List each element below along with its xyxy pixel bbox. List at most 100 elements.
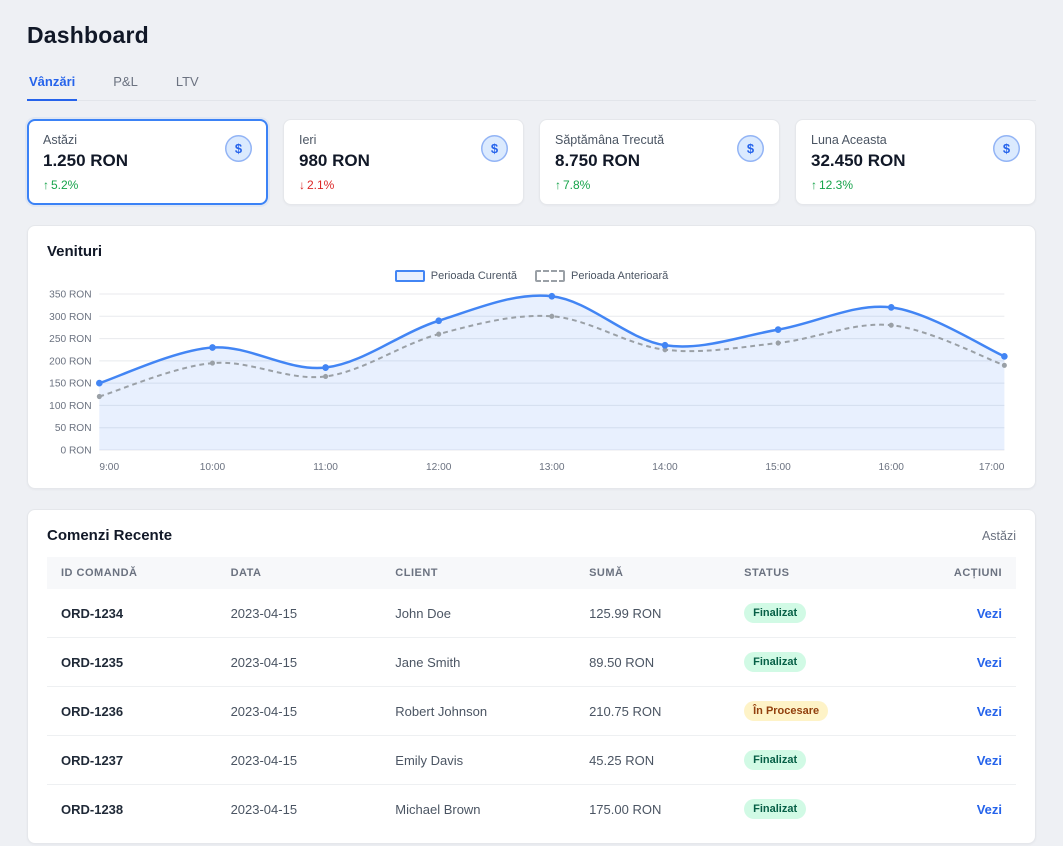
revenue-line-chart: 0 RON50 RON100 RON150 RON200 RON250 RON3… — [47, 284, 1016, 476]
stat-change: ↑12.3% — [811, 178, 906, 192]
svg-text:50 RON: 50 RON — [55, 423, 92, 434]
stat-change: ↑7.8% — [555, 178, 664, 192]
stat-change: ↓2.1% — [299, 178, 370, 192]
svg-text:12:00: 12:00 — [426, 462, 452, 473]
svg-text:15:00: 15:00 — [765, 462, 791, 473]
stat-card-saptamana-trecuta[interactable]: Săptămâna Trecută 8.750 RON ↑7.8% $ — [539, 119, 780, 205]
status-badge: Finalizat — [744, 652, 806, 672]
currency-icon: $ — [993, 135, 1020, 162]
trend-arrow-icon: ↑ — [811, 178, 817, 192]
view-order-link[interactable]: Vezi — [977, 704, 1002, 719]
order-id: ORD-1235 — [47, 638, 217, 687]
svg-text:0 RON: 0 RON — [60, 445, 91, 456]
orders-filter-label: Astăzi — [982, 529, 1016, 543]
tab-ltv[interactable]: LTV — [174, 65, 201, 101]
col-header-date: DATA — [217, 557, 382, 589]
stat-label: Ieri — [299, 133, 370, 147]
orders-header: Comenzi Recente Astăzi — [47, 527, 1016, 544]
status-badge: Finalizat — [744, 799, 806, 819]
stat-label: Săptămâna Trecută — [555, 133, 664, 147]
page-title: Dashboard — [27, 22, 1036, 49]
table-row: ORD-1236 2023-04-15 Robert Johnson 210.7… — [47, 687, 1016, 736]
table-row: ORD-1235 2023-04-15 Jane Smith 89.50 RON… — [47, 638, 1016, 687]
svg-text:300 RON: 300 RON — [49, 312, 91, 323]
order-actions-cell: Vezi — [895, 736, 1016, 785]
order-client: Robert Johnson — [381, 687, 575, 736]
view-order-link[interactable]: Vezi — [977, 802, 1002, 817]
order-id: ORD-1238 — [47, 785, 217, 834]
stat-change-value: 5.2% — [51, 178, 78, 192]
trend-arrow-icon: ↑ — [43, 178, 49, 192]
stat-value: 32.450 RON — [811, 151, 906, 171]
order-id: ORD-1236 — [47, 687, 217, 736]
order-status-cell: Finalizat — [730, 736, 895, 785]
table-row: ORD-1237 2023-04-15 Emily Davis 45.25 RO… — [47, 736, 1016, 785]
order-amount: 89.50 RON — [575, 638, 730, 687]
svg-text:11:00: 11:00 — [313, 462, 338, 473]
order-client: Emily Davis — [381, 736, 575, 785]
svg-text:100 RON: 100 RON — [49, 401, 91, 412]
order-amount: 210.75 RON — [575, 687, 730, 736]
stat-value: 980 RON — [299, 151, 370, 171]
stat-card-ieri[interactable]: Ieri 980 RON ↓2.1% $ — [283, 119, 524, 205]
currency-icon: $ — [225, 135, 252, 162]
legend-swatch-dashed — [535, 270, 565, 282]
stat-change-value: 7.8% — [563, 178, 590, 192]
order-actions-cell: Vezi — [895, 785, 1016, 834]
stat-card-luna-aceasta[interactable]: Luna Aceasta 32.450 RON ↑12.3% $ — [795, 119, 1036, 205]
currency-icon: $ — [481, 135, 508, 162]
stat-change-value: 12.3% — [819, 178, 853, 192]
revenue-chart-card: Venituri Perioada Curentă Perioada Anter… — [27, 225, 1036, 489]
stat-label: Luna Aceasta — [811, 133, 906, 147]
table-row: ORD-1238 2023-04-15 Michael Brown 175.00… — [47, 785, 1016, 834]
stat-change: ↑5.2% — [43, 178, 128, 192]
tab-vanzari[interactable]: Vânzări — [27, 65, 77, 101]
status-badge: În Procesare — [744, 701, 828, 721]
stat-card-body: Luna Aceasta 32.450 RON ↑12.3% — [811, 133, 906, 192]
view-order-link[interactable]: Vezi — [977, 655, 1002, 670]
order-actions-cell: Vezi — [895, 589, 1016, 638]
stat-card-astazi[interactable]: Astăzi 1.250 RON ↑5.2% $ — [27, 119, 268, 205]
legend-item-current-period[interactable]: Perioada Curentă — [395, 270, 517, 282]
stat-label: Astăzi — [43, 133, 128, 147]
order-id: ORD-1237 — [47, 736, 217, 785]
order-date: 2023-04-15 — [217, 785, 382, 834]
stat-card-body: Astăzi 1.250 RON ↑5.2% — [43, 133, 128, 192]
order-amount: 45.25 RON — [575, 736, 730, 785]
col-header-status: STATUS — [730, 557, 895, 589]
svg-text:16:00: 16:00 — [879, 462, 905, 473]
orders-title: Comenzi Recente — [47, 527, 172, 544]
order-status-cell: Finalizat — [730, 589, 895, 638]
orders-table: ID COMANDĂ DATA CLIENT SUMĂ STATUS ACȚIU… — [47, 557, 1016, 833]
svg-text:250 RON: 250 RON — [49, 334, 91, 345]
trend-arrow-icon: ↑ — [555, 178, 561, 192]
order-date: 2023-04-15 — [217, 687, 382, 736]
stat-value: 1.250 RON — [43, 151, 128, 171]
view-order-link[interactable]: Vezi — [977, 753, 1002, 768]
stat-card-body: Ieri 980 RON ↓2.1% — [299, 133, 370, 192]
legend-item-previous-period[interactable]: Perioada Anterioară — [535, 270, 668, 282]
status-badge: Finalizat — [744, 603, 806, 623]
svg-text:13:00: 13:00 — [539, 462, 565, 473]
order-id: ORD-1234 — [47, 589, 217, 638]
col-header-client: CLIENT — [381, 557, 575, 589]
tab-pnl[interactable]: P&L — [111, 65, 140, 101]
order-status-cell: Finalizat — [730, 785, 895, 834]
chart-title: Venituri — [47, 243, 1016, 260]
svg-text:14:00: 14:00 — [652, 462, 678, 473]
order-date: 2023-04-15 — [217, 589, 382, 638]
svg-text:10:00: 10:00 — [200, 462, 226, 473]
status-badge: Finalizat — [744, 750, 806, 770]
view-order-link[interactable]: Vezi — [977, 606, 1002, 621]
table-row: ORD-1234 2023-04-15 John Doe 125.99 RON … — [47, 589, 1016, 638]
stat-value: 8.750 RON — [555, 151, 664, 171]
legend-label: Perioada Curentă — [431, 270, 517, 282]
svg-text:350 RON: 350 RON — [49, 289, 91, 300]
currency-icon: $ — [737, 135, 764, 162]
legend-swatch-solid — [395, 270, 425, 282]
col-header-id: ID COMANDĂ — [47, 557, 217, 589]
order-client: Jane Smith — [381, 638, 575, 687]
order-status-cell: În Procesare — [730, 687, 895, 736]
svg-text:9:00: 9:00 — [99, 462, 119, 473]
order-date: 2023-04-15 — [217, 736, 382, 785]
